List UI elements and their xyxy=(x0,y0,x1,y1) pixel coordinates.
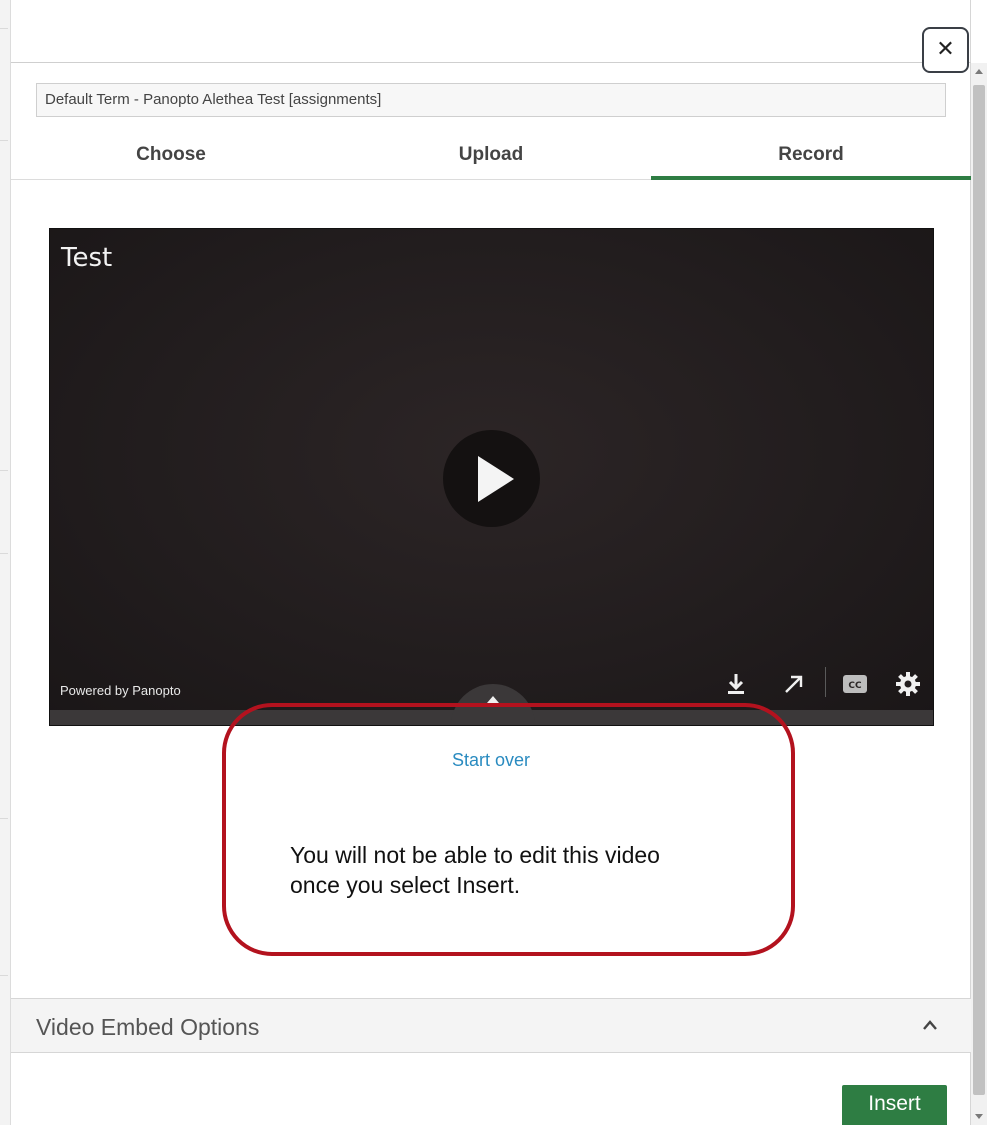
close-button[interactable]: ✕ xyxy=(922,27,969,73)
video-title: Test xyxy=(61,243,113,273)
insert-button[interactable]: Insert xyxy=(842,1085,947,1125)
tab-record[interactable]: Record xyxy=(651,130,971,180)
play-button[interactable] xyxy=(443,430,540,527)
tab-upload[interactable]: Upload xyxy=(331,130,651,180)
svg-text:CC: CC xyxy=(848,681,862,691)
closed-captions-icon: CC xyxy=(843,675,867,693)
play-icon xyxy=(477,455,514,502)
tab-choose[interactable]: Choose xyxy=(11,130,331,180)
embed-options-title: Video Embed Options xyxy=(36,1014,260,1040)
callout-line-1: You will not be able to edit this video xyxy=(290,842,660,868)
folder-selector[interactable]: Default Term - Panopto Alethea Test [ass… xyxy=(36,83,946,117)
chevron-up-icon xyxy=(487,696,499,703)
download-button[interactable] xyxy=(719,667,753,701)
closed-captions-button[interactable]: CC xyxy=(838,667,872,701)
settings-button[interactable] xyxy=(891,667,925,701)
download-icon xyxy=(728,674,744,694)
settings-gear-icon xyxy=(896,672,920,696)
video-embed-options-header[interactable]: Video Embed Options xyxy=(11,998,971,1053)
open-external-button[interactable] xyxy=(777,667,811,701)
open-external-icon xyxy=(785,675,803,693)
controls-separator xyxy=(825,667,826,697)
annotation-callout-box xyxy=(222,703,795,956)
annotation-callout-text: You will not be able to edit this video … xyxy=(290,840,760,900)
insert-video-dialog: ✕ Default Term - Panopto Alethea Test [a… xyxy=(11,0,971,1125)
scrollbar-thumb[interactable] xyxy=(973,85,985,1095)
close-icon: ✕ xyxy=(936,37,955,62)
tab-bar: Choose Upload Record xyxy=(11,130,971,180)
background-page-edge xyxy=(0,0,11,1125)
video-player[interactable]: Test Powered by Panopto CC xyxy=(49,228,934,726)
powered-by-label: Powered by Panopto xyxy=(60,683,181,698)
scroll-up-icon[interactable] xyxy=(975,69,983,74)
callout-line-2: once you select Insert. xyxy=(290,872,521,898)
scroll-down-icon[interactable] xyxy=(975,1114,983,1119)
chevron-up-icon xyxy=(923,1020,937,1030)
dialog-header-divider xyxy=(11,62,971,63)
vertical-scrollbar[interactable] xyxy=(971,63,987,1125)
